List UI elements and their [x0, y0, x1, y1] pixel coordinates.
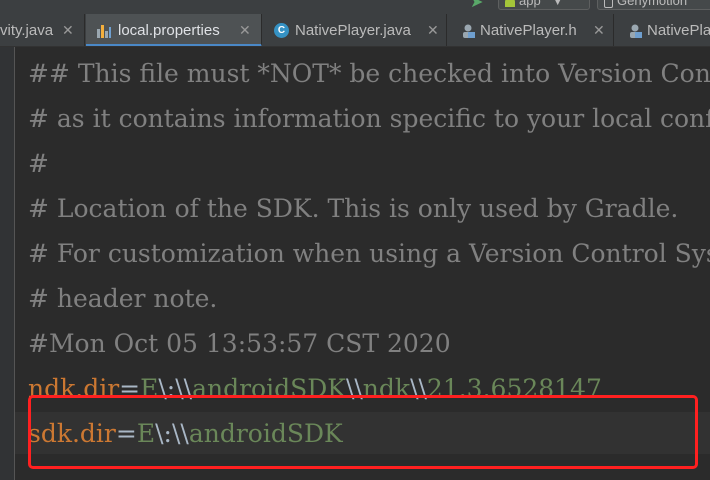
editor-gutter[interactable]	[0, 47, 15, 480]
header-file-icon	[463, 24, 475, 38]
class-icon: C	[274, 23, 289, 38]
run-arrow-icon[interactable]: ➤	[470, 0, 484, 11]
close-icon[interactable]: ✕	[239, 14, 251, 46]
tab-nativeplayer-h[interactable]: NativePlayer.h ✕	[448, 14, 614, 46]
tab-label: NativePlayer.java	[295, 22, 411, 39]
device-selector[interactable]: Genymotion	[597, 0, 710, 10]
code-line-6: # header note.	[28, 284, 218, 313]
tab-activity-java[interactable]: vity.java ✕	[0, 14, 85, 46]
tab-nativeplayer-cpp[interactable]: NativePla	[615, 14, 710, 46]
android-icon	[505, 0, 515, 7]
code-line-3: #	[28, 149, 49, 178]
tab-label: NativePla	[647, 22, 710, 39]
run-config-selector[interactable]: app ▼	[498, 0, 590, 10]
tab-label: local.properties	[118, 22, 220, 39]
tab-label: NativePlayer.h	[480, 22, 577, 39]
properties-file-icon	[97, 25, 111, 38]
close-icon[interactable]: ✕	[427, 14, 439, 46]
code-line-1: ## This file must *NOT* be checked into …	[28, 59, 710, 88]
code-line-7: #Mon Oct 05 13:53:57 CST 2020	[28, 329, 451, 358]
code-line-5: # For customization when using a Version…	[28, 239, 710, 268]
run-config-label: app	[519, 0, 541, 8]
annotation-highlight-box	[28, 395, 698, 469]
tab-nativeplayer-java[interactable]: C NativePlayer.java ✕	[263, 14, 447, 46]
chevron-down-icon: ▼	[552, 0, 563, 8]
editor-tab-bar: vity.java ✕ local.properties ✕ C NativeP…	[0, 14, 710, 47]
tab-local-properties[interactable]: local.properties ✕	[86, 14, 262, 46]
main-toolbar: ➤ app ▼ Genymotion	[0, 0, 710, 14]
header-file-icon	[630, 24, 642, 38]
phone-icon	[604, 0, 613, 8]
device-label: Genymotion	[617, 0, 688, 8]
close-icon[interactable]: ✕	[62, 14, 74, 46]
code-editor[interactable]: ## This file must *NOT* be checked into …	[15, 47, 710, 480]
tab-label: vity.java	[0, 22, 54, 39]
code-line-4: # Location of the SDK. This is only used…	[28, 194, 679, 223]
close-icon[interactable]: ✕	[593, 14, 605, 46]
code-line-2: # as it contains information specific to…	[28, 104, 710, 133]
